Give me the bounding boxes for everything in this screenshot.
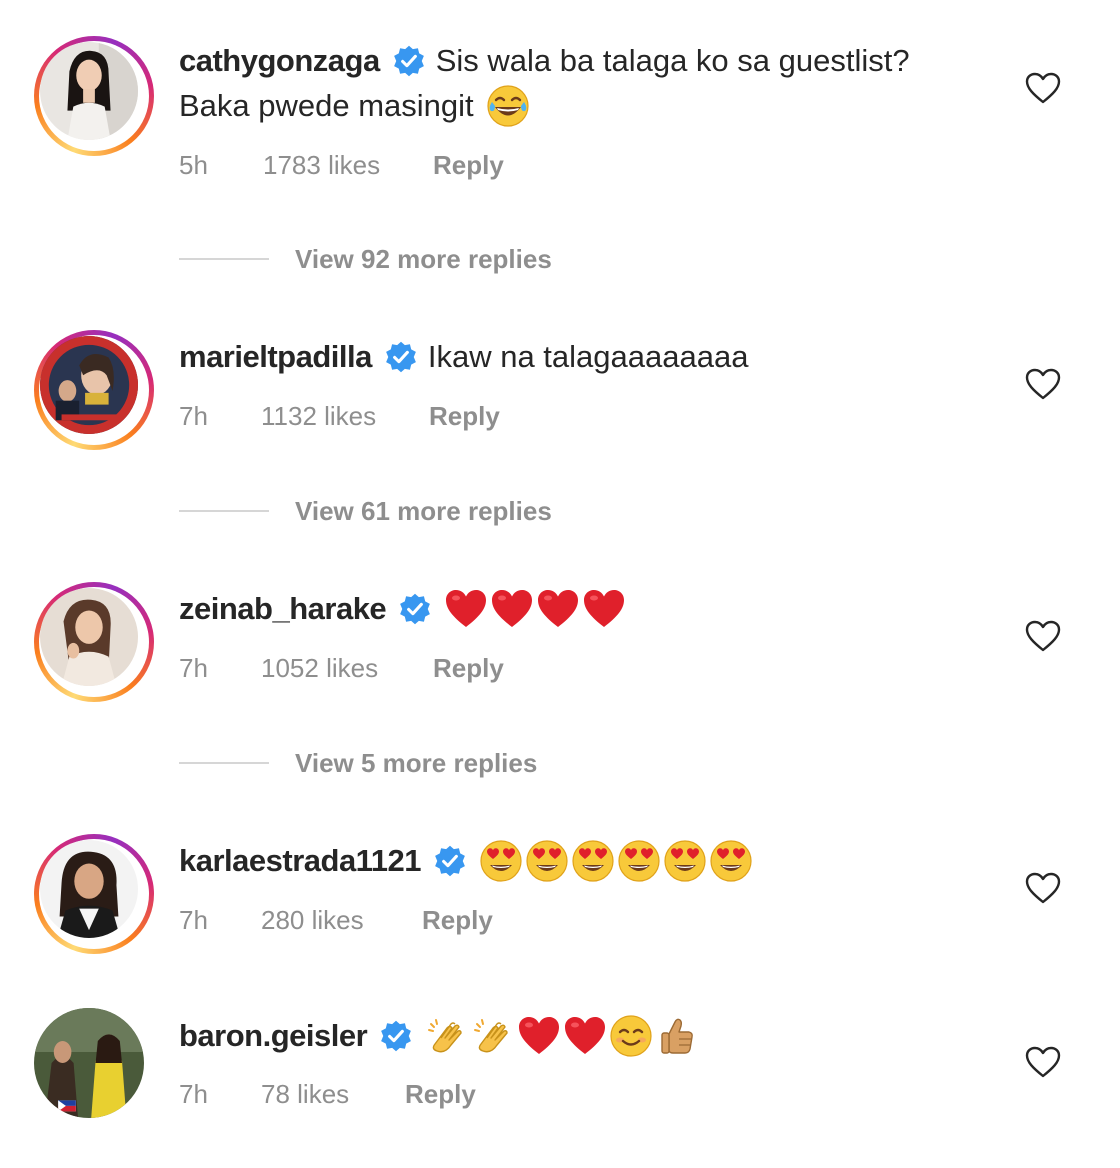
like-count[interactable]: 1783 likes [263, 145, 380, 185]
red-heart-icon [444, 587, 488, 631]
avatar-photo-baron.geisler [34, 1008, 144, 1118]
red-heart-icon [490, 587, 534, 631]
reply-button[interactable]: Reply [429, 396, 500, 436]
smiling-face-icon [609, 1014, 653, 1058]
clapping-hands-icon [471, 1014, 515, 1058]
timestamp: 7h [179, 653, 208, 683]
replies-divider [179, 258, 269, 260]
comment-line-1: karlaestrada1121 [179, 839, 753, 883]
username-link[interactable]: cathygonzaga [179, 39, 380, 83]
like-heart-icon[interactable] [1025, 1046, 1061, 1078]
timestamp: 5h [179, 150, 208, 180]
comment-line-1: baron.geisler [179, 1014, 699, 1058]
reply-button[interactable]: Reply [422, 900, 493, 940]
replies-divider [179, 510, 269, 512]
comment-line-1: zeinab_harake [179, 587, 626, 631]
avatar-baron.geisler[interactable] [34, 1008, 154, 1128]
username-link[interactable]: zeinab_harake [179, 587, 387, 631]
view-replies-label[interactable]: View 5 more replies [295, 748, 537, 779]
face-with-tears-of-joy-icon [486, 84, 530, 128]
replies-divider [179, 762, 269, 764]
avatar-photo-zeinab_harake [40, 588, 138, 686]
username-link[interactable]: marieltpadilla [179, 335, 372, 379]
reply-button[interactable]: Reply [405, 1074, 476, 1114]
comment-line-1: cathygonzaga Sis wala ba talaga ko sa gu… [179, 39, 910, 83]
red-heart-icon [536, 587, 580, 631]
like-heart-icon[interactable] [1025, 368, 1061, 400]
clapping-hands-icon [425, 1014, 469, 1058]
like-count[interactable]: 1052 likes [261, 648, 378, 688]
comment-text: Sis wala ba talaga ko sa guestlist? [435, 43, 910, 78]
like-count[interactable]: 78 likes [261, 1074, 349, 1114]
timestamp: 7h [179, 1079, 208, 1109]
red-heart-icon [582, 587, 626, 631]
like-count[interactable]: 280 likes [261, 900, 364, 940]
heart-eyes-icon [709, 839, 753, 883]
view-replies-button[interactable]: View 92 more replies [179, 239, 552, 279]
heart-eyes-icon [479, 839, 523, 883]
comment-text-continued: Baka pwede masingit [179, 88, 474, 123]
username-link[interactable]: baron.geisler [179, 1014, 368, 1058]
view-replies-button[interactable]: View 5 more replies [179, 743, 537, 783]
verified-badge-icon [433, 844, 467, 878]
red-heart-icon [563, 1014, 607, 1058]
thumbs-up-icon [655, 1014, 699, 1058]
avatar-marieltpadilla[interactable] [34, 330, 154, 450]
verified-badge-icon [398, 592, 432, 626]
like-heart-icon[interactable] [1025, 620, 1061, 652]
verified-badge-icon [392, 44, 426, 78]
view-replies-label[interactable]: View 61 more replies [295, 496, 552, 527]
heart-eyes-icon [571, 839, 615, 883]
avatar-cathygonzaga[interactable] [34, 36, 154, 156]
timestamp: 7h [179, 401, 208, 431]
heart-eyes-icon [617, 839, 661, 883]
heart-eyes-icon [525, 839, 569, 883]
comment-line-1: marieltpadilla Ikaw na talagaaaaaaaa [179, 335, 748, 379]
avatar-photo-cathygonzaga [40, 42, 138, 140]
avatar-photo-marieltpadilla [40, 336, 138, 434]
view-replies-button[interactable]: View 61 more replies [179, 491, 552, 531]
red-heart-icon [517, 1014, 561, 1058]
comment-line-2: Baka pwede masingit [179, 84, 530, 128]
like-count[interactable]: 1132 likes [261, 396, 376, 436]
comment-text: Ikaw na talagaaaaaaaa [427, 339, 749, 374]
verified-badge-icon [379, 1019, 413, 1053]
reply-button[interactable]: Reply [433, 145, 504, 185]
username-link[interactable]: karlaestrada1121 [179, 839, 421, 883]
avatar-zeinab_harake[interactable] [34, 582, 154, 702]
view-replies-label[interactable]: View 92 more replies [295, 244, 552, 275]
like-heart-icon[interactable] [1025, 72, 1061, 104]
avatar-photo-karlaestrada1121 [40, 840, 138, 938]
like-heart-icon[interactable] [1025, 872, 1061, 904]
heart-eyes-icon [663, 839, 707, 883]
verified-badge-icon [384, 340, 418, 374]
timestamp: 7h [179, 905, 208, 935]
avatar-karlaestrada1121[interactable] [34, 834, 154, 954]
reply-button[interactable]: Reply [433, 648, 504, 688]
